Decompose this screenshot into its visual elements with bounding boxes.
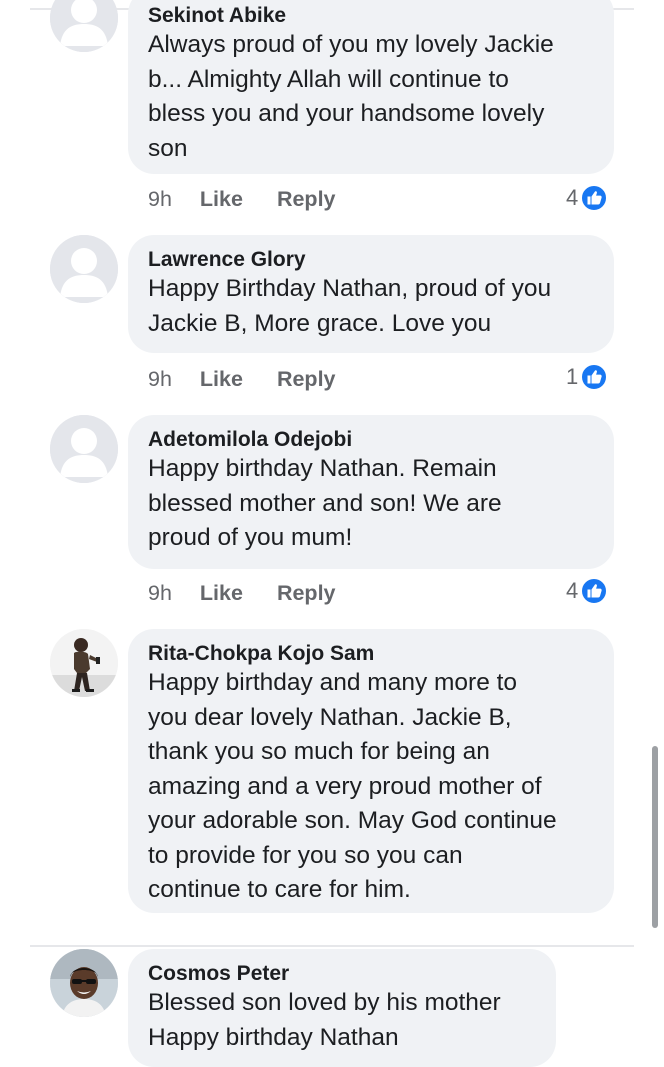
comment-time[interactable]: 9h [148, 367, 172, 392]
like-button[interactable]: Like [200, 581, 243, 606]
default-avatar-icon[interactable] [50, 415, 118, 483]
reaction-count: 4 [566, 185, 579, 210]
scrollbar-thumb[interactable] [652, 746, 658, 928]
comment-text: Happy birthday Nathan. Remain blessed mo… [148, 455, 502, 551]
divider-bottom [30, 945, 634, 947]
comment-text: Happy birthday and many more to you dear… [148, 669, 557, 903]
comment-bubble[interactable]: Adetomilola Odejobi Happy birthday Natha… [128, 415, 614, 569]
like-reaction-icon [581, 578, 608, 604]
comment-bubble[interactable]: Sekinot Abike Always proud of you my lov… [128, 0, 614, 174]
reply-button[interactable]: Reply [277, 187, 336, 212]
commenter-name[interactable]: Adetomilola Odejobi [148, 426, 594, 454]
commenter-name[interactable]: Rita-Chokpa Kojo Sam [148, 640, 594, 668]
reaction-summary[interactable]: 4 [566, 183, 608, 213]
comment-time[interactable]: 9h [148, 581, 172, 606]
like-button[interactable]: Like [200, 367, 243, 392]
commenter-name[interactable]: Sekinot Abike [148, 2, 594, 30]
commenter-name[interactable]: Cosmos Peter [148, 960, 536, 988]
user-photo-avatar[interactable] [50, 949, 118, 1017]
like-reaction-icon [581, 185, 608, 211]
comment-time[interactable]: 9h [148, 187, 172, 212]
reaction-count: 4 [566, 578, 579, 603]
comment-bubble[interactable]: Cosmos Peter Blessed son loved by his mo… [128, 949, 556, 1067]
reaction-summary[interactable]: 4 [566, 576, 608, 606]
commenter-name[interactable]: Lawrence Glory [148, 246, 594, 274]
reaction-count: 1 [566, 364, 579, 389]
user-photo-avatar[interactable] [50, 629, 118, 697]
comment-bubble[interactable]: Lawrence Glory Happy Birthday Nathan, pr… [128, 235, 614, 353]
comment-actions: 9h Like Reply [148, 578, 336, 608]
reply-button[interactable]: Reply [277, 367, 336, 392]
default-avatar-icon[interactable] [50, 235, 118, 303]
comment-actions: 9h Like Reply [148, 184, 336, 214]
default-avatar-icon[interactable] [50, 0, 118, 52]
comment-text: Always proud of you my lovely Jackie b..… [148, 31, 554, 162]
like-reaction-icon [581, 364, 608, 390]
comment-actions: 9h Like Reply [148, 364, 336, 394]
comment-bubble[interactable]: Rita-Chokpa Kojo Sam Happy birthday and … [128, 629, 614, 913]
comment-text: Happy Birthday Nathan, proud of you Jack… [148, 275, 552, 337]
like-button[interactable]: Like [200, 187, 243, 212]
reaction-summary[interactable]: 1 [566, 362, 608, 392]
comment-text: Blessed son loved by his mother Happy bi… [148, 989, 501, 1051]
reply-button[interactable]: Reply [277, 581, 336, 606]
